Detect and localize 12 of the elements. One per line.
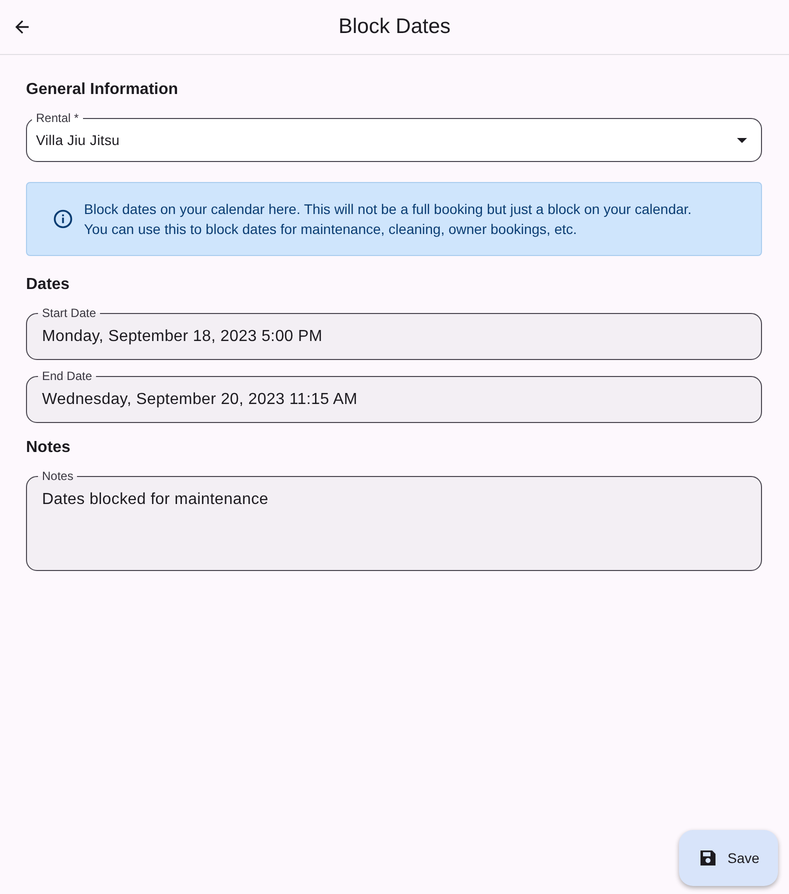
save-button[interactable]: Save [679,830,778,886]
field-label: Notes [38,469,78,483]
info-icon [52,208,74,230]
field-label: End Date [38,369,96,383]
field-label: Start Date [38,306,100,320]
section-heading: Notes [26,439,72,457]
info-text: Block dates on your calendar here. This will not be a full booking but just a block on your calendar. You can use this to block dates for maintenance, cleaning, owner bookings, etc. [84,200,693,239]
caret-icon [737,138,747,143]
page-title: Block Dates [338,15,451,39]
section-heading: General Information [26,81,180,99]
field-label: Rental * [32,111,83,125]
section-heading: Dates [26,276,71,294]
